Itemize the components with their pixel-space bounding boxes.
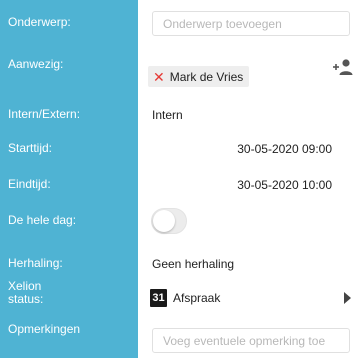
chevron-right-icon[interactable] bbox=[344, 292, 351, 304]
xelion-status-select[interactable]: Afspraak bbox=[173, 291, 220, 305]
all-day-label: De hele dag: bbox=[8, 213, 77, 227]
xelion-status-label: Xelion status: bbox=[8, 279, 44, 306]
remarks-value bbox=[138, 318, 362, 358]
subject-input[interactable] bbox=[152, 11, 350, 36]
appointment-form: Onderwerp: Aanwezig: ✕ Mark de Vries Int… bbox=[0, 0, 362, 358]
toggle-knob bbox=[153, 210, 175, 232]
repeat-label: Herhaling: bbox=[8, 256, 63, 270]
subject-row: Onderwerp: bbox=[0, 0, 362, 46]
end-row: Eindtijd: 30-05-2020 10:00 bbox=[0, 170, 362, 202]
start-label: Starttijd: bbox=[8, 141, 53, 155]
repeat-select[interactable]: Geen herhaling bbox=[152, 257, 234, 271]
repeat-row: Herhaling: Geen herhaling bbox=[0, 246, 362, 278]
end-label: Eindtijd: bbox=[8, 177, 51, 191]
intern-extern-select[interactable]: Intern bbox=[152, 108, 183, 122]
subject-value bbox=[138, 0, 362, 46]
attendees-label: Aanwezig: bbox=[8, 57, 64, 71]
end-datetime[interactable]: 30-05-2020 10:00 bbox=[237, 178, 332, 192]
subject-label: Onderwerp: bbox=[8, 15, 71, 29]
add-person-icon[interactable] bbox=[332, 58, 354, 76]
all-day-toggle[interactable] bbox=[151, 208, 187, 234]
attendee-chip[interactable]: ✕ Mark de Vries bbox=[148, 66, 250, 87]
intern-extern-label: Intern/Extern: bbox=[8, 107, 81, 121]
intern-extern-row: Intern/Extern: Intern bbox=[0, 96, 362, 136]
remarks-input[interactable] bbox=[152, 328, 350, 353]
close-icon[interactable]: ✕ bbox=[153, 70, 165, 84]
start-row: Starttijd: 30-05-2020 09:00 bbox=[0, 136, 362, 170]
remarks-label: Opmerkingen bbox=[8, 322, 81, 336]
remarks-row: Opmerkingen bbox=[0, 318, 362, 358]
start-datetime[interactable]: 30-05-2020 09:00 bbox=[237, 142, 332, 156]
attendee-name: Mark de Vries bbox=[169, 69, 244, 84]
